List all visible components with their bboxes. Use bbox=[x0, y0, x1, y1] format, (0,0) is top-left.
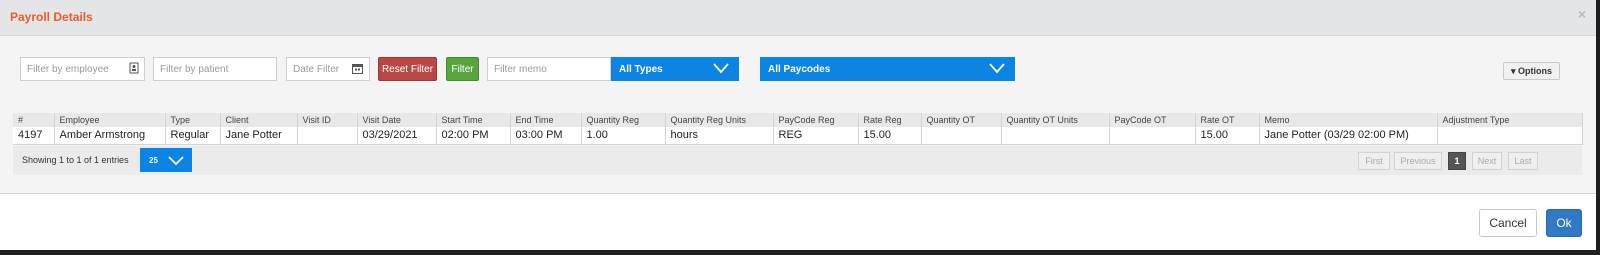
column-header[interactable]: Visit Date bbox=[357, 113, 437, 127]
table-cell: hours bbox=[665, 127, 774, 145]
backdrop-edge bbox=[1596, 0, 1600, 255]
column-header[interactable]: End Time bbox=[510, 113, 582, 127]
dialog-title: Payroll Details bbox=[10, 10, 93, 24]
table-cell bbox=[921, 127, 1002, 145]
table-cell: REG bbox=[773, 127, 859, 145]
table-cell: 4197 bbox=[13, 127, 55, 145]
column-header[interactable]: PayCode OT bbox=[1109, 113, 1196, 127]
column-header[interactable]: Quantity OT Units bbox=[1001, 113, 1110, 127]
table-cell: Jane Potter bbox=[220, 127, 298, 145]
column-header[interactable]: Memo bbox=[1259, 113, 1438, 127]
memo-filter-input[interactable] bbox=[487, 57, 611, 81]
column-header[interactable]: Visit ID bbox=[297, 113, 358, 127]
column-header[interactable]: Quantity OT bbox=[921, 113, 1002, 127]
calendar-icon[interactable] bbox=[352, 63, 363, 76]
column-header[interactable]: Rate OT bbox=[1195, 113, 1260, 127]
chevron-down-icon bbox=[713, 63, 729, 74]
table-cell: Jane Potter (03/29 02:00 PM) bbox=[1259, 127, 1438, 145]
column-header[interactable]: Start Time bbox=[436, 113, 511, 127]
options-button[interactable]: ▾ Options bbox=[1503, 62, 1560, 80]
pagination-bar: Showing 1 to 1 of 1 entries 25 First Pre… bbox=[13, 146, 1582, 175]
column-header[interactable]: Rate Reg bbox=[858, 113, 922, 127]
dialog-header: Payroll Details × bbox=[0, 0, 1596, 36]
paycodes-select[interactable]: All Paycodes bbox=[760, 57, 1015, 81]
table-cell: 03:00 PM bbox=[510, 127, 582, 145]
ok-button[interactable]: Ok bbox=[1546, 209, 1582, 237]
payroll-details-dialog: Payroll Details × Reset Filter Filter Al… bbox=[0, 0, 1596, 250]
column-header[interactable]: Employee bbox=[54, 113, 166, 127]
types-select-value: All Types bbox=[619, 63, 663, 75]
table-cell bbox=[1001, 127, 1110, 145]
entries-info: Showing 1 to 1 of 1 entries bbox=[22, 155, 129, 165]
table-cell: 02:00 PM bbox=[436, 127, 511, 145]
table-cell bbox=[1109, 127, 1196, 145]
column-header[interactable]: Quantity Reg bbox=[581, 113, 666, 127]
table-cell: 03/29/2021 bbox=[357, 127, 437, 145]
column-header[interactable]: Quantity Reg Units bbox=[665, 113, 774, 127]
column-header[interactable]: PayCode Reg bbox=[773, 113, 859, 127]
next-page-button[interactable]: Next bbox=[1472, 152, 1502, 170]
chevron-down-icon bbox=[989, 63, 1005, 74]
page-size-value: 25 bbox=[149, 156, 158, 165]
table-cell: 15.00 bbox=[858, 127, 922, 145]
table-row[interactable]: 4197 Amber Armstrong Regular Jane Potter… bbox=[13, 127, 1583, 145]
paycodes-select-value: All Paycodes bbox=[768, 63, 831, 75]
close-icon[interactable]: × bbox=[1578, 6, 1586, 22]
table-cell: 15.00 bbox=[1195, 127, 1260, 145]
column-header[interactable]: Client bbox=[220, 113, 298, 127]
column-header[interactable]: Adjustment Type bbox=[1437, 113, 1583, 127]
contact-card-icon[interactable] bbox=[129, 62, 139, 76]
filter-button[interactable]: Filter bbox=[446, 57, 479, 81]
reset-filter-button[interactable]: Reset Filter bbox=[378, 57, 437, 81]
types-select[interactable]: All Types bbox=[611, 57, 739, 81]
chevron-down-icon bbox=[168, 156, 184, 166]
table-cell: Regular bbox=[165, 127, 221, 145]
employee-filter-input[interactable] bbox=[20, 57, 145, 81]
column-header[interactable]: # bbox=[13, 113, 55, 127]
column-header[interactable]: Type bbox=[165, 113, 221, 127]
table-cell: Amber Armstrong bbox=[54, 127, 166, 145]
page-size-select[interactable]: 25 bbox=[140, 148, 192, 172]
current-page-button[interactable]: 1 bbox=[1448, 152, 1466, 170]
table-cell bbox=[1437, 127, 1583, 145]
table-cell bbox=[297, 127, 358, 145]
backdrop-bottom bbox=[0, 250, 1600, 255]
table-cell: 1.00 bbox=[581, 127, 666, 145]
patient-filter-input[interactable] bbox=[153, 57, 277, 81]
table-header-row: # Employee Type Client Visit ID Visit Da… bbox=[13, 113, 1583, 127]
payroll-table: # Employee Type Client Visit ID Visit Da… bbox=[13, 113, 1583, 145]
previous-page-button[interactable]: Previous bbox=[1394, 152, 1442, 170]
first-page-button[interactable]: First bbox=[1358, 152, 1390, 170]
last-page-button[interactable]: Last bbox=[1508, 152, 1538, 170]
cancel-button[interactable]: Cancel bbox=[1479, 209, 1537, 237]
